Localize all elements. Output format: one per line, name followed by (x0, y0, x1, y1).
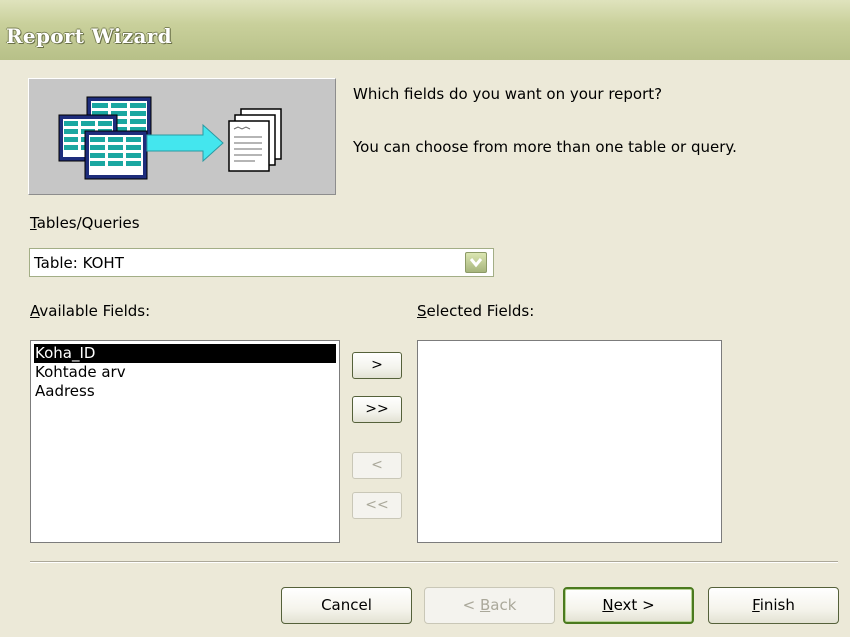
remove-all-fields-button[interactable]: << (352, 492, 402, 519)
list-item[interactable]: Koha_ID (34, 344, 336, 363)
tables-queries-value: Table: KOHT (34, 254, 124, 272)
back-button[interactable]: < Back (424, 587, 555, 624)
prompt-question: Which fields do you want on your report? (353, 85, 663, 103)
footer-separator (30, 561, 838, 563)
remove-field-button[interactable]: < (352, 452, 402, 479)
available-fields-list[interactable]: Koha_ID Kohtade arv Aadress (30, 340, 340, 543)
chevron-down-icon[interactable] (465, 252, 487, 273)
finish-button[interactable]: Finish (708, 587, 839, 624)
tables-queries-label: Tables/Queries (30, 214, 140, 232)
selected-fields-list[interactable] (417, 340, 722, 543)
list-item[interactable]: Kohtade arv (34, 363, 127, 382)
selected-fields-label: Selected Fields: (417, 302, 535, 320)
prompt-hint: You can choose from more than one table … (353, 138, 737, 156)
title-bar[interactable]: Report Wizard (0, 0, 850, 60)
tables-to-report-icon (58, 96, 282, 180)
cancel-button[interactable]: Cancel (281, 587, 412, 624)
add-all-fields-button[interactable]: >> (352, 396, 402, 423)
tables-queries-dropdown[interactable]: Table: KOHT (29, 248, 494, 277)
window-title: Report Wizard (6, 24, 172, 48)
tables-to-report-illustration (28, 78, 336, 195)
report-wizard-window: Report Wizard Which fields do you want o… (0, 0, 850, 637)
add-field-button[interactable]: > (352, 352, 402, 379)
list-item[interactable]: Aadress (34, 382, 96, 401)
available-fields-label: Available Fields: (30, 302, 151, 320)
next-button[interactable]: Next > (563, 587, 694, 624)
